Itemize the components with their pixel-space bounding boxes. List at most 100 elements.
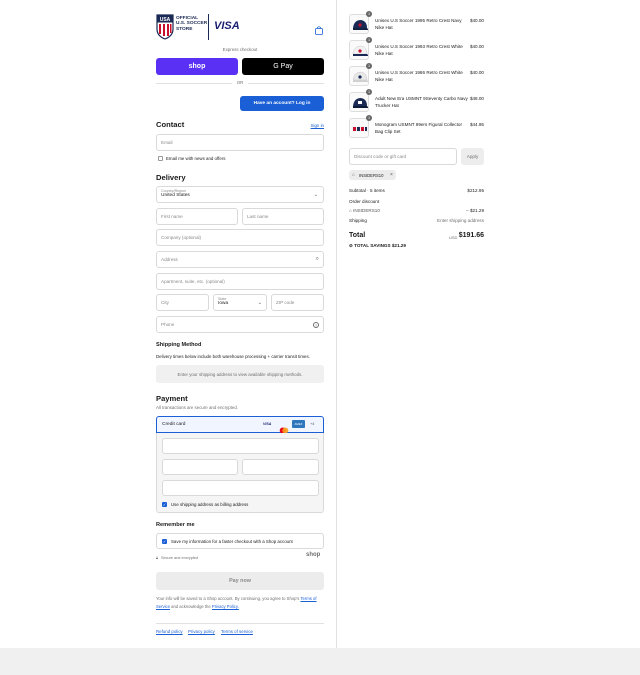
header-divider [208, 14, 209, 40]
news-label: Email me with news and offers [166, 156, 226, 161]
refund-policy-link[interactable]: Refund policy [156, 629, 183, 634]
amex-card-icon: AMEX [292, 420, 305, 428]
google-pay-button[interactable]: G Pay [242, 58, 324, 75]
svg-text:USA: USA [160, 17, 171, 23]
legal-text-2: and acknowledge the [171, 603, 211, 609]
last-name-placeholder: Last name [247, 214, 269, 219]
save-info-checkbox[interactable]: ✓ [162, 539, 167, 544]
discount-chip: ⌂ INSIDERS10 × [349, 170, 396, 180]
store-logo[interactable]: USA OFFICIAL U.S. SOCCER STORE [156, 14, 207, 40]
company-field[interactable]: Company (optional) [156, 229, 324, 246]
payment-title: Payment [156, 394, 188, 403]
login-button[interactable]: Have an account? Log in [240, 96, 324, 111]
country-select[interactable]: Country/Region United States ⌄ [156, 186, 324, 203]
mastercard-icon [279, 421, 289, 434]
billing-checkbox[interactable]: ✓ [162, 502, 167, 507]
crest-icon: USA [156, 14, 174, 40]
first-name-placeholder: First name [161, 214, 183, 219]
order-discount-label: Order discount [349, 199, 380, 204]
product-thumbnail [349, 118, 369, 138]
shipping-value: Enter shipping address [437, 218, 484, 223]
shop-pay-button[interactable]: shop [156, 58, 238, 75]
cart-bag-icon[interactable] [315, 22, 323, 35]
product-thumbnail [349, 14, 369, 34]
zip-placeholder: ZIP code [276, 300, 295, 305]
subtotal-label: Subtotal · 5 items [349, 188, 385, 193]
remove-discount-icon[interactable]: × [390, 172, 393, 178]
zip-field[interactable]: ZIP code [271, 294, 324, 311]
email-placeholder: Email [161, 140, 173, 145]
news-checkbox[interactable] [158, 156, 163, 161]
quantity-badge: 1 [366, 37, 372, 43]
country-value: United States [161, 193, 190, 198]
tag-icon: ⌂ [349, 208, 352, 213]
shop-brand-logo: shop [306, 552, 321, 558]
search-icon: ⌕ [315, 256, 319, 262]
remember-title: Remember me [156, 522, 195, 528]
shop-pay-label: shop [188, 63, 206, 70]
express-checkout-title: Express checkout [222, 47, 258, 52]
phone-placeholder: Phone [161, 322, 175, 327]
chevron-down-icon: ⌄ [313, 192, 318, 198]
email-field[interactable]: Email [156, 134, 324, 151]
pay-now-button[interactable]: Pay now [156, 572, 324, 590]
address-field[interactable]: Address ⌕ [156, 251, 324, 268]
remember-box: ✓ Save my information for a faster check… [156, 533, 324, 549]
google-pay-label: G Pay [273, 63, 293, 70]
terms-of-service-link[interactable]: Terms of service [221, 629, 253, 634]
first-name-field[interactable]: First name [156, 208, 238, 225]
sign-in-link[interactable]: Sign in [300, 123, 324, 128]
pay-now-label: Pay now [229, 578, 251, 584]
shop-privacy-link[interactable]: Privacy Policy. [212, 604, 239, 609]
apartment-field[interactable]: Apartment, suite, etc. (optional) [156, 273, 324, 290]
quantity-badge: 1 [366, 11, 372, 17]
city-placeholder: City [161, 300, 169, 305]
product-price: $40.00 [469, 70, 484, 75]
card-cvv-field[interactable] [242, 459, 319, 475]
privacy-policy-link[interactable]: Privacy policy [188, 629, 215, 634]
help-icon[interactable]: ? [313, 322, 319, 328]
phone-field[interactable]: Phone ? [156, 316, 324, 333]
apartment-placeholder: Apartment, suite, etc. (optional) [161, 279, 225, 284]
subtotal-value: $212.95 [467, 188, 484, 193]
apply-label: Apply [466, 154, 479, 159]
state-select[interactable]: State Iowa ⌄ [213, 294, 267, 311]
product-price: $40.00 [469, 44, 484, 49]
discount-placeholder: Discount code or gift card [354, 154, 407, 159]
discount-code-input[interactable]: Discount code or gift card [349, 148, 457, 165]
product-price: $44.95 [469, 122, 484, 127]
chevron-down-icon: ⌄ [257, 300, 262, 306]
city-field[interactable]: City [156, 294, 209, 311]
total-value: $191.66 [458, 232, 484, 239]
contact-title: Contact [156, 120, 185, 129]
billing-label: Use shipping address as billing address [171, 502, 249, 507]
quantity-badge: 1 [366, 63, 372, 69]
bag-clip-image [352, 126, 368, 132]
credit-card-option[interactable]: Credit card VISA AMEX +4 [156, 416, 324, 434]
product-price: $48.00 [469, 96, 484, 101]
shipping-note: Delivery times below include both wareho… [156, 354, 310, 359]
card-name-field[interactable] [162, 480, 319, 496]
credit-card-label: Credit card [162, 422, 186, 427]
legal-text: Your info will be saved to a Shop accoun… [156, 595, 324, 610]
quantity-badge: 1 [366, 89, 372, 95]
delivery-title: Delivery [156, 173, 186, 182]
quantity-badge: 1 [366, 115, 372, 121]
savings-tag-icon: ⊘ [349, 243, 353, 248]
savings-label: TOTAL SAVINGS [354, 243, 391, 248]
shipping-placeholder-box: Enter your shipping address to view avai… [156, 365, 324, 383]
tag-icon: ⌂ [352, 172, 355, 177]
secure-text: Secure and encrypted [161, 556, 199, 560]
last-name-field[interactable]: Last name [242, 208, 324, 225]
discount-code-text: INSIDERS10 [353, 208, 380, 213]
product-price: $40.00 [469, 18, 484, 23]
payment-subtitle: All transactions are secure and encrypte… [156, 405, 239, 410]
card-number-field[interactable] [162, 438, 319, 454]
shipping-method-title: Shipping Method [156, 342, 202, 348]
save-info-label: Save my information for a faster checkou… [171, 539, 293, 544]
card-expiry-field[interactable] [162, 459, 238, 475]
hat-image [353, 20, 368, 30]
apply-button[interactable]: Apply [461, 148, 484, 165]
lock-icon: 🔒︎ [156, 555, 159, 560]
shipping-label: Shipping [349, 218, 367, 223]
